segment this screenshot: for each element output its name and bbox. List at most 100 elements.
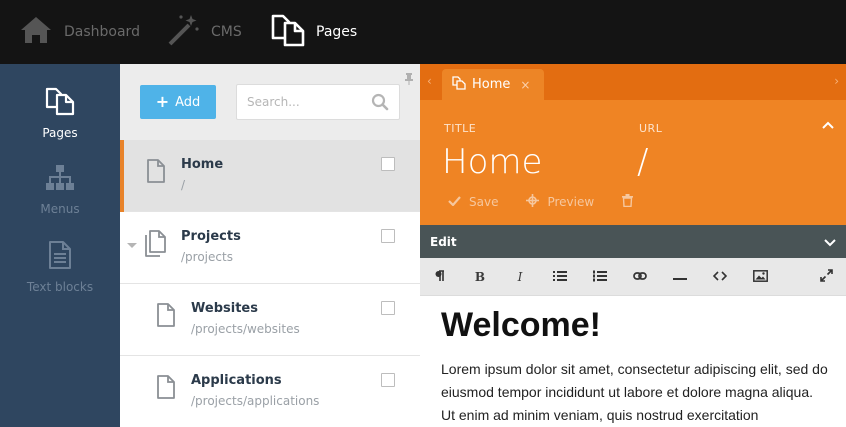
fullscreen-button[interactable] <box>806 258 846 296</box>
image-icon <box>752 269 768 285</box>
italic-icon: I <box>517 270 523 284</box>
horizontal-rule-icon <box>673 270 687 284</box>
tab-label: Home <box>472 77 511 92</box>
sidebar-item-text-blocks[interactable]: Text blocks <box>0 240 120 312</box>
content-editor[interactable]: Welcome! Lorem ipsum dolor sit amet, con… <box>420 296 846 427</box>
editor-tab-bar: ‹ Home × › <box>420 64 846 100</box>
content-paragraph: Lorem ipsum dolor sit amet, consectetur … <box>441 361 828 423</box>
content-heading: Welcome! <box>441 306 601 344</box>
search-input[interactable] <box>237 85 367 119</box>
url-label: URL <box>639 122 663 135</box>
bullet-list-icon <box>553 270 567 285</box>
page-row-title: Projects <box>181 229 241 244</box>
topnav-label-pages: Pages <box>316 24 358 40</box>
sidebar-item-menus[interactable]: Menus <box>0 164 120 236</box>
add-button-label: Add <box>175 94 201 110</box>
bold-icon: B <box>474 270 486 284</box>
chevron-up-icon[interactable] <box>822 114 834 133</box>
trash-icon <box>622 194 634 210</box>
page-icon <box>156 374 176 404</box>
check-icon <box>448 195 461 209</box>
title-label: TITLE <box>444 122 477 135</box>
title-field[interactable]: Home <box>442 142 542 182</box>
document-icon <box>0 240 120 274</box>
sidebar-label-text-blocks: Text blocks <box>26 280 94 294</box>
image-button[interactable] <box>740 258 780 296</box>
left-sidebar: Pages Menus Text blocks <box>0 64 120 427</box>
home-icon <box>20 15 52 49</box>
close-tab-icon[interactable]: × <box>520 78 530 92</box>
sidebar-label-menus: Menus <box>40 202 80 216</box>
page-row-home[interactable]: Home / <box>120 140 420 212</box>
pages-icon <box>0 86 120 120</box>
sidebar-label-pages: Pages <box>42 126 78 140</box>
search-box <box>236 84 400 120</box>
delete-button[interactable] <box>622 194 634 210</box>
page-row-checkbox[interactable] <box>381 301 395 315</box>
link-button[interactable] <box>620 258 660 296</box>
code-icon <box>712 270 728 284</box>
preview-button[interactable]: Preview <box>526 194 594 210</box>
page-row-title: Applications <box>191 373 282 388</box>
numbered-list-icon <box>593 270 607 285</box>
top-nav: Dashboard CMS Pages <box>0 0 846 64</box>
chevron-down-icon[interactable] <box>824 236 836 250</box>
page-row-path: /projects <box>181 250 233 264</box>
pages-icon <box>270 12 306 52</box>
page-icon <box>156 302 176 332</box>
plus-icon: + <box>155 92 170 111</box>
tab-home[interactable]: Home × <box>442 69 545 100</box>
sitemap-icon <box>0 164 120 196</box>
pages-icon <box>452 75 466 94</box>
save-label: Save <box>469 195 499 209</box>
italic-button[interactable]: I <box>500 258 540 296</box>
page-row-path: / <box>181 178 186 192</box>
page-row-projects[interactable]: Projects /projects <box>120 212 420 284</box>
sidebar-item-pages[interactable]: Pages <box>0 86 120 158</box>
chevron-right-icon[interactable]: › <box>834 74 839 88</box>
save-button[interactable]: Save <box>448 195 498 209</box>
page-row-applications[interactable]: Applications /projects/applications <box>120 356 420 427</box>
edit-label: Edit <box>430 235 457 249</box>
link-icon <box>633 270 647 284</box>
pin-icon[interactable] <box>404 70 414 89</box>
meta-actions: Save Preview <box>448 194 634 210</box>
pages-toolbar: + Add <box>120 64 420 140</box>
horizontal-rule-button[interactable] <box>660 258 700 296</box>
code-button[interactable] <box>700 258 740 296</box>
pages-panel: + Add Search... Home / Projects /project… <box>120 64 420 427</box>
expand-caret-icon[interactable] <box>127 243 137 248</box>
page-editor: ‹ Home × › TITLE Home URL / Save Preview… <box>420 64 846 427</box>
topnav-item-cms[interactable]: CMS <box>167 0 242 64</box>
topnav-label-cms: CMS <box>211 24 242 40</box>
page-row-checkbox[interactable] <box>381 229 395 243</box>
bullet-list-button[interactable] <box>540 258 580 296</box>
preview-label: Preview <box>547 195 595 209</box>
page-row-title: Home <box>181 157 224 172</box>
topnav-label-dashboard: Dashboard <box>64 24 140 40</box>
page-row-checkbox[interactable] <box>381 373 395 387</box>
page-row-checkbox[interactable] <box>381 157 395 171</box>
chevron-left-icon[interactable]: ‹ <box>427 74 432 88</box>
page-row-websites[interactable]: Websites /projects/websites <box>120 284 420 356</box>
formatting-toolbar: B I <box>420 258 846 296</box>
paragraph-icon <box>435 269 445 285</box>
url-field[interactable]: / <box>637 142 648 182</box>
paragraph-button[interactable] <box>420 258 460 296</box>
numbered-list-button[interactable] <box>580 258 620 296</box>
bold-button[interactable]: B <box>460 258 500 296</box>
page-meta-panel: TITLE Home URL / Save Preview <box>420 100 846 225</box>
expand-icon <box>819 269 833 285</box>
crosshair-icon <box>526 194 540 210</box>
topnav-item-pages[interactable]: Pages <box>270 0 357 64</box>
search-icon[interactable] <box>371 93 389 115</box>
page-row-path: /projects/applications <box>191 394 320 408</box>
page-icon <box>146 158 166 188</box>
edit-section-header[interactable]: Edit <box>420 225 846 258</box>
topnav-item-dashboard[interactable]: Dashboard <box>20 0 140 64</box>
magic-wand-icon <box>167 13 199 51</box>
pages-stack-icon <box>144 230 168 262</box>
page-row-path: /projects/websites <box>191 322 300 336</box>
top-navigation-bar: Dashboard CMS Pages <box>0 0 846 64</box>
add-page-button[interactable]: + Add <box>140 85 216 119</box>
